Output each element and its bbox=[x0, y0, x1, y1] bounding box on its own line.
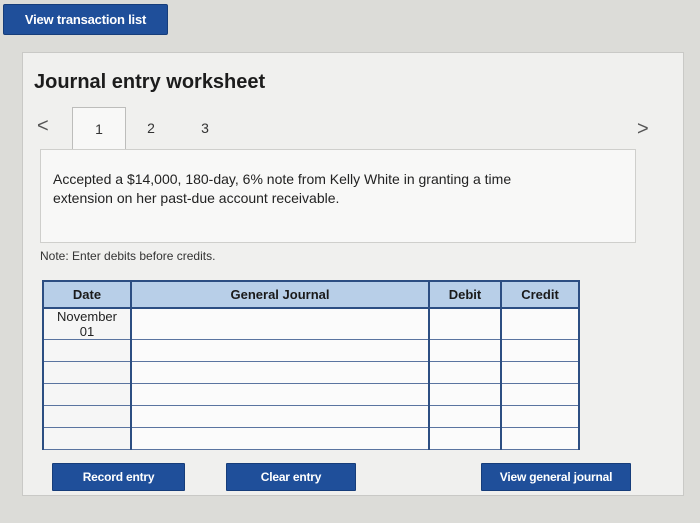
date-cell[interactable] bbox=[42, 361, 132, 384]
account-select[interactable] bbox=[130, 427, 430, 450]
tab-2[interactable]: 2 bbox=[136, 115, 166, 141]
table-row: November 01 bbox=[42, 307, 580, 340]
account-select[interactable] bbox=[130, 383, 430, 406]
credit-input[interactable] bbox=[500, 339, 580, 362]
table-row bbox=[42, 383, 580, 406]
view-transaction-list-button[interactable]: View transaction list bbox=[3, 4, 168, 35]
debit-value bbox=[430, 406, 500, 427]
account-value bbox=[132, 406, 428, 427]
debit-column-header: Debit bbox=[428, 280, 502, 309]
date-cell[interactable] bbox=[42, 427, 132, 450]
debit-value bbox=[430, 362, 500, 383]
debit-input[interactable] bbox=[428, 383, 502, 406]
credit-value bbox=[502, 384, 578, 405]
date-day: 01 bbox=[79, 324, 95, 339]
record-entry-button[interactable]: Record entry bbox=[52, 463, 185, 491]
debit-input[interactable] bbox=[428, 307, 502, 340]
account-value bbox=[132, 340, 428, 361]
table-row bbox=[42, 427, 580, 450]
table-row bbox=[42, 361, 580, 384]
note-text: Note: Enter debits before credits. bbox=[40, 249, 216, 263]
debit-input[interactable] bbox=[428, 361, 502, 384]
account-value bbox=[132, 309, 428, 339]
account-select[interactable] bbox=[130, 339, 430, 362]
debit-value bbox=[430, 340, 500, 361]
general-journal-column-header: General Journal bbox=[130, 280, 430, 309]
credit-input[interactable] bbox=[500, 405, 580, 428]
tab-1[interactable]: 1 bbox=[72, 107, 126, 149]
journal-header-row: Date General Journal Debit Credit bbox=[42, 280, 580, 309]
debit-input[interactable] bbox=[428, 427, 502, 450]
page-title: Journal entry worksheet bbox=[34, 71, 266, 93]
debit-value bbox=[430, 428, 500, 449]
date-month: November bbox=[57, 309, 117, 324]
view-general-journal-button[interactable]: View general journal bbox=[481, 463, 631, 491]
chevron-right-icon[interactable]: > bbox=[637, 118, 649, 141]
account-select[interactable] bbox=[130, 361, 430, 384]
transaction-description: Accepted a $14,000, 180-day, 6% note fro… bbox=[53, 171, 512, 206]
account-value bbox=[132, 428, 428, 449]
date-cell[interactable] bbox=[42, 339, 132, 362]
credit-input[interactable] bbox=[500, 307, 580, 340]
account-select[interactable] bbox=[130, 405, 430, 428]
credit-value bbox=[502, 309, 578, 339]
tab-3[interactable]: 3 bbox=[190, 115, 220, 141]
debit-input[interactable] bbox=[428, 405, 502, 428]
chevron-left-icon[interactable]: < bbox=[37, 115, 49, 138]
credit-input[interactable] bbox=[500, 427, 580, 450]
date-cell[interactable]: November 01 bbox=[42, 307, 132, 340]
account-select[interactable] bbox=[130, 307, 430, 340]
debit-input[interactable] bbox=[428, 339, 502, 362]
journal-table: Date General Journal Debit Credit Novemb… bbox=[42, 280, 580, 450]
credit-value bbox=[502, 340, 578, 361]
credit-column-header: Credit bbox=[500, 280, 580, 309]
table-row bbox=[42, 405, 580, 428]
debit-value bbox=[430, 309, 500, 339]
date-cell[interactable] bbox=[42, 383, 132, 406]
credit-value bbox=[502, 406, 578, 427]
table-row bbox=[42, 339, 580, 362]
account-value bbox=[132, 384, 428, 405]
credit-value bbox=[502, 362, 578, 383]
account-value bbox=[132, 362, 428, 383]
credit-input[interactable] bbox=[500, 361, 580, 384]
date-column-header: Date bbox=[42, 280, 132, 309]
credit-value bbox=[502, 428, 578, 449]
date-cell[interactable] bbox=[42, 405, 132, 428]
credit-input[interactable] bbox=[500, 383, 580, 406]
debit-value bbox=[430, 384, 500, 405]
clear-entry-button[interactable]: Clear entry bbox=[226, 463, 356, 491]
